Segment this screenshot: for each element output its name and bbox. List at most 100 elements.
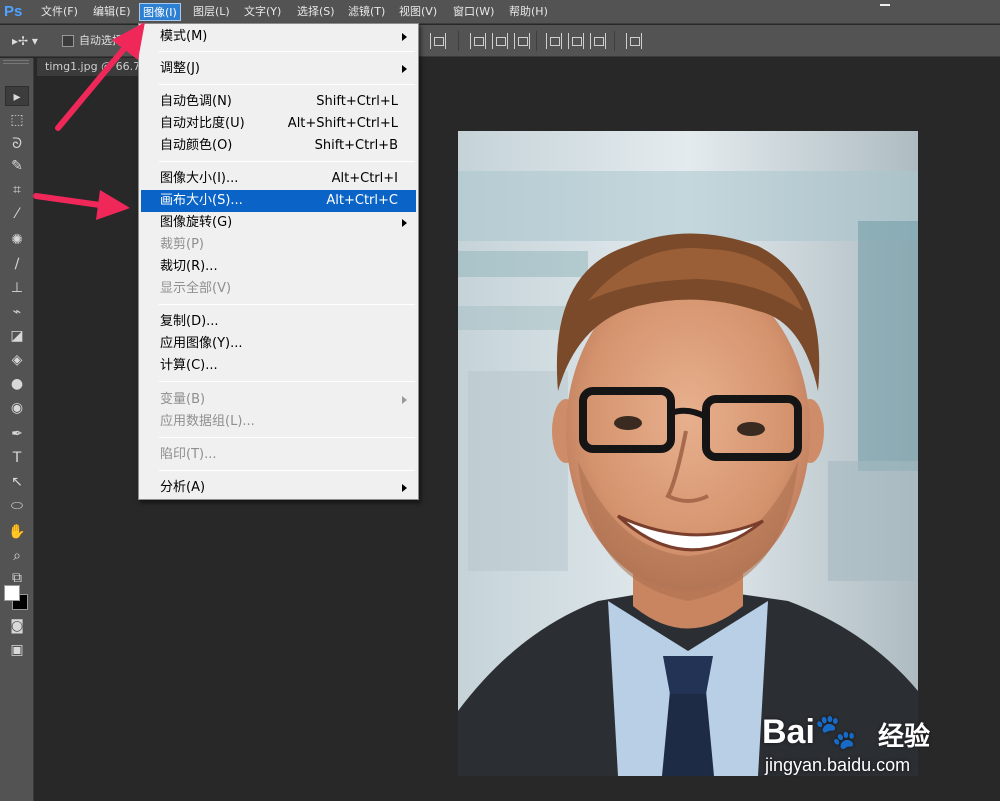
ellipse-tool-icon[interactable]: ⬭ xyxy=(5,496,29,516)
menu-separator xyxy=(159,470,415,471)
menu-item-label: 模式(M) xyxy=(160,29,208,44)
menu-item-label: 应用图像(Y)... xyxy=(160,336,243,351)
image-menu-dropdown: 模式(M) 调整(J) 自动色调(N) Shift+Ctrl+L 自动对比度(U… xyxy=(138,23,419,500)
tools-panel: ▸ ⬚ ᘐ ✎ ⌗ ⁄ ✺ ∕ ⊥ ⌁ ◪ ◈ ● ◉ ✒ T ↖ ⬭ ✋ ⌕ ⧉ ◙ ▣ xyxy=(0,58,34,801)
menu-view[interactable]: 视图(V) xyxy=(396,3,440,21)
eraser-tool-icon[interactable]: ◪ xyxy=(5,326,29,346)
eyedropper-tool-icon[interactable]: ⁄ xyxy=(5,204,29,224)
paint-bucket-icon[interactable]: ◈ xyxy=(5,350,29,370)
options-divider xyxy=(614,31,615,51)
menu-item-adjustments[interactable]: 调整(J) xyxy=(141,58,416,80)
menu-item-label: 自动颜色(O) xyxy=(160,138,233,153)
menu-item-label: 复制(D)... xyxy=(160,314,219,329)
menu-item-trim[interactable]: 裁切(R)... xyxy=(141,256,416,278)
distribute-right-icon[interactable] xyxy=(590,33,606,49)
menu-edit[interactable]: 编辑(E) xyxy=(90,3,134,21)
menu-item-label: 变量(B) xyxy=(160,392,206,407)
menu-separator xyxy=(159,84,415,85)
menu-item-apply-data-set: 应用数据组(L)... xyxy=(141,411,416,433)
auto-select-checkbox[interactable] xyxy=(62,35,74,47)
watermark-url: jingyan.baidu.com xyxy=(765,755,911,775)
menu-item-reveal-all: 显示全部(V) xyxy=(141,278,416,300)
menu-separator xyxy=(159,161,415,162)
menu-layer[interactable]: 图层(L) xyxy=(190,3,233,21)
minimize-icon[interactable] xyxy=(880,0,890,6)
menu-filter[interactable]: 滤镜(T) xyxy=(345,3,388,21)
baidu-watermark-logo: Bai🐾 xyxy=(762,712,857,752)
watermark-suffix: 经验 xyxy=(878,722,931,752)
menu-item-image-size[interactable]: 图像大小(I)... Alt+Ctrl+I xyxy=(141,168,416,190)
menu-item-label: 裁切(R)... xyxy=(160,259,218,274)
distribute-left-icon[interactable] xyxy=(546,33,562,49)
menu-item-image-rotation[interactable]: 图像旋转(G) xyxy=(141,212,416,234)
menu-item-label: 分析(A) xyxy=(160,480,206,495)
menu-item-canvas-size[interactable]: 画布大小(S)... Alt+Ctrl+C xyxy=(141,190,416,212)
portrait-illustration xyxy=(458,131,918,776)
move-tool-icon[interactable]: ▸ xyxy=(5,86,29,106)
crop-tool-icon[interactable]: ⌗ xyxy=(5,180,29,200)
distribute-center-icon[interactable] xyxy=(568,33,584,49)
menu-item-analysis[interactable]: 分析(A) xyxy=(141,477,416,499)
menu-separator xyxy=(159,304,415,305)
align-icon[interactable] xyxy=(430,33,446,49)
menu-file[interactable]: 文件(F) xyxy=(38,3,81,21)
quick-select-tool-icon[interactable]: ✎ xyxy=(5,156,29,176)
menu-select[interactable]: 选择(S) xyxy=(294,3,338,21)
stamp-tool-icon[interactable]: ⊥ xyxy=(5,278,29,298)
lasso-tool-icon[interactable]: ᘐ xyxy=(5,134,29,154)
menu-item-label: 计算(C)... xyxy=(160,358,218,373)
menu-item-apply-image[interactable]: 应用图像(Y)... xyxy=(141,333,416,355)
zoom-tool-icon[interactable]: ⌕ xyxy=(5,546,29,566)
hand-tool-icon[interactable]: ✋ xyxy=(5,522,29,542)
menu-separator xyxy=(159,51,415,52)
photoshop-logo: Ps xyxy=(4,3,23,20)
options-divider xyxy=(458,31,459,51)
paw-icon: 🐾 xyxy=(814,713,858,751)
menu-item-calculations[interactable]: 计算(C)... xyxy=(141,355,416,377)
foreground-color-swatch[interactable] xyxy=(4,585,20,601)
type-tool-icon[interactable]: T xyxy=(5,448,29,468)
marquee-tool-icon[interactable]: ⬚ xyxy=(5,110,29,130)
panel-grip[interactable] xyxy=(3,60,29,64)
menu-separator xyxy=(159,437,415,438)
menu-item-auto-contrast[interactable]: 自动对比度(U) Alt+Shift+Ctrl+L xyxy=(141,113,416,135)
menu-item-auto-color[interactable]: 自动颜色(O) Shift+Ctrl+B xyxy=(141,135,416,157)
menu-item-shortcut: Alt+Ctrl+C xyxy=(326,193,398,208)
menu-item-shortcut: Shift+Ctrl+B xyxy=(314,138,398,153)
auto-align-layers-icon[interactable] xyxy=(626,33,642,49)
menu-type[interactable]: 文字(Y) xyxy=(241,3,284,21)
menu-item-auto-tone[interactable]: 自动色调(N) Shift+Ctrl+L xyxy=(141,91,416,113)
submenu-arrow-icon xyxy=(402,33,407,41)
menu-item-shortcut: Alt+Shift+Ctrl+L xyxy=(287,116,398,131)
quick-mask-icon[interactable]: ◙ xyxy=(5,616,29,636)
menu-item-duplicate[interactable]: 复制(D)... xyxy=(141,311,416,333)
menu-item-shortcut: Alt+Ctrl+I xyxy=(331,171,398,186)
dodge-tool-icon[interactable]: ◉ xyxy=(5,398,29,418)
history-brush-icon[interactable]: ⌁ xyxy=(5,302,29,322)
menu-item-mode[interactable]: 模式(M) xyxy=(141,26,416,48)
menu-item-label: 画布大小(S)... xyxy=(160,193,243,208)
distribute-top-icon[interactable] xyxy=(470,33,486,49)
blur-tool-icon[interactable]: ● xyxy=(5,374,29,394)
submenu-arrow-icon xyxy=(402,219,407,227)
menu-item-label: 调整(J) xyxy=(160,61,200,76)
menu-item-crop: 裁剪(P) xyxy=(141,234,416,256)
path-select-icon[interactable]: ↖ xyxy=(5,472,29,492)
screen-mode-icon[interactable]: ▣ xyxy=(5,640,29,660)
distribute-bottom-icon[interactable] xyxy=(514,33,530,49)
menu-item-label: 图像旋转(G) xyxy=(160,215,233,230)
submenu-arrow-icon xyxy=(402,484,407,492)
menu-item-label: 裁剪(P) xyxy=(160,237,204,252)
auto-select-label: 自动选择 xyxy=(79,34,123,47)
menu-help[interactable]: 帮助(H) xyxy=(506,3,551,21)
healing-brush-icon[interactable]: ✺ xyxy=(5,230,29,250)
menu-window[interactable]: 窗口(W) xyxy=(450,3,497,21)
menu-bar: Ps 文件(F) 编辑(E) 图像(I) 图层(L) 文字(Y) 选择(S) 滤… xyxy=(0,0,1000,24)
options-divider xyxy=(536,31,537,51)
distribute-middle-icon[interactable] xyxy=(492,33,508,49)
brush-tool-icon[interactable]: ∕ xyxy=(5,254,29,274)
pen-tool-icon[interactable]: ✒ xyxy=(5,424,29,444)
tool-preset-picker[interactable]: ▸✢ ▾ xyxy=(12,32,52,50)
menu-image[interactable]: 图像(I) xyxy=(139,3,181,21)
menu-item-shortcut: Shift+Ctrl+L xyxy=(316,94,398,109)
